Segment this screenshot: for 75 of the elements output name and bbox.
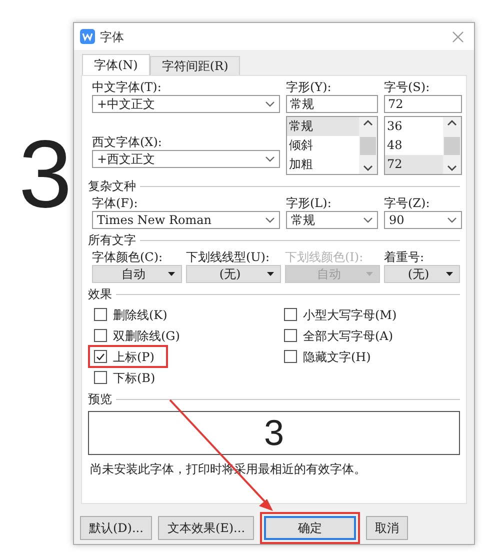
section-heading: 预览 (88, 392, 112, 407)
field-label: 字体(F): (92, 196, 139, 211)
dialog-button[interactable]: 确定 (264, 516, 356, 540)
dropdown-arrow-icon (168, 272, 175, 276)
scrollbar[interactable] (359, 117, 377, 174)
dialog-button[interactable]: 取消 (366, 516, 408, 540)
close-icon[interactable] (452, 30, 464, 42)
scroll-thumb[interactable] (444, 136, 460, 154)
chevron-down-icon (447, 165, 457, 171)
checkbox[interactable] (284, 308, 297, 321)
checkbox[interactable] (94, 371, 107, 384)
font-dropdown[interactable]: +中文正文 (92, 95, 280, 113)
scrollbar[interactable] (443, 117, 461, 174)
chevron-up-icon (447, 120, 457, 126)
field-label: 字号(Z): (384, 196, 431, 211)
tab[interactable]: 字符间距(R) (150, 56, 240, 75)
checkbox[interactable] (284, 329, 297, 342)
field-label: 中文字体(T): (92, 80, 162, 95)
checkbox[interactable] (94, 308, 107, 321)
checkbox-label: 隐藏文字(H) (303, 348, 371, 366)
chevron-down-icon (265, 101, 275, 107)
checkbox-label: 下标(B) (113, 370, 156, 386)
list-item[interactable]: 72 (385, 155, 443, 174)
dropdown[interactable]: (无) (186, 265, 281, 283)
font-dropdown[interactable]: 常规 (286, 211, 378, 229)
checkbox[interactable] (284, 350, 297, 363)
dropdown[interactable]: (无) (384, 265, 460, 283)
list-item[interactable]: 倾斜 (287, 136, 359, 155)
list-box[interactable]: 36 48 72 (384, 116, 462, 175)
section-heading: 效果 (88, 287, 112, 302)
list-box[interactable]: 常规 倾斜 加粗 (286, 116, 378, 175)
checkbox-label: 小型大写字母(M) (303, 306, 397, 324)
chevron-down-icon (447, 217, 457, 223)
field-label: 字形(L): (286, 196, 332, 211)
dropdown-arrow-icon (267, 272, 274, 276)
chevron-up-icon (363, 120, 373, 126)
font-dropdown[interactable]: Times New Roman (92, 211, 280, 229)
chevron-down-icon (363, 217, 373, 223)
field-label: 着重号: (384, 250, 426, 265)
section-heading: 所有文字 (88, 233, 136, 248)
window-title: 字体 (100, 28, 125, 46)
document-text: 3 (18, 125, 72, 225)
field-label: 字号(S): (384, 80, 431, 95)
section-heading: 复杂文种 (88, 179, 136, 194)
checkbox[interactable] (94, 329, 107, 342)
field-label: 字形(Y): (286, 80, 332, 95)
dropdown[interactable]: 自动 (92, 265, 182, 283)
dialog-button[interactable]: 文本效果(E)... (158, 516, 254, 540)
chevron-down-icon (265, 217, 275, 223)
scroll-thumb[interactable] (360, 136, 376, 154)
field-label: 下划线颜色(I): (285, 250, 364, 265)
chevron-down-icon (363, 165, 373, 171)
preview-text: 3 (264, 414, 284, 452)
list-item[interactable]: 36 (385, 117, 443, 136)
field-label: 下划线线型(U): (186, 250, 271, 265)
tab[interactable]: 字体(N) (82, 54, 150, 75)
field-label: 西文字体(X): (92, 135, 163, 150)
checkbox-label: 全部大写字母(A) (303, 328, 394, 344)
field-label: 字体颜色(C): (92, 250, 164, 265)
list-item[interactable]: 常规 (287, 117, 359, 136)
size-field[interactable]: 72 (384, 95, 462, 113)
list-item[interactable]: 加粗 (287, 155, 359, 174)
dropdown-arrow-icon (366, 272, 373, 276)
font-dropdown[interactable]: +西文正文 (92, 150, 280, 168)
dropdown-arrow-icon (446, 272, 453, 276)
checkbox-label: 删除线(K) (113, 306, 168, 324)
checkbox-label: 上标(P) (113, 348, 154, 366)
checkbox[interactable] (94, 350, 107, 363)
font-dropdown[interactable]: 90 (384, 211, 462, 229)
list-item[interactable]: 48 (385, 136, 443, 155)
dialog-button[interactable]: 默认(D)... (80, 516, 152, 540)
chevron-down-icon (265, 156, 275, 162)
app-logo-icon (80, 29, 95, 44)
checkbox-label: 双删除线(G) (113, 328, 180, 344)
style-field[interactable]: 常规 (286, 95, 378, 113)
